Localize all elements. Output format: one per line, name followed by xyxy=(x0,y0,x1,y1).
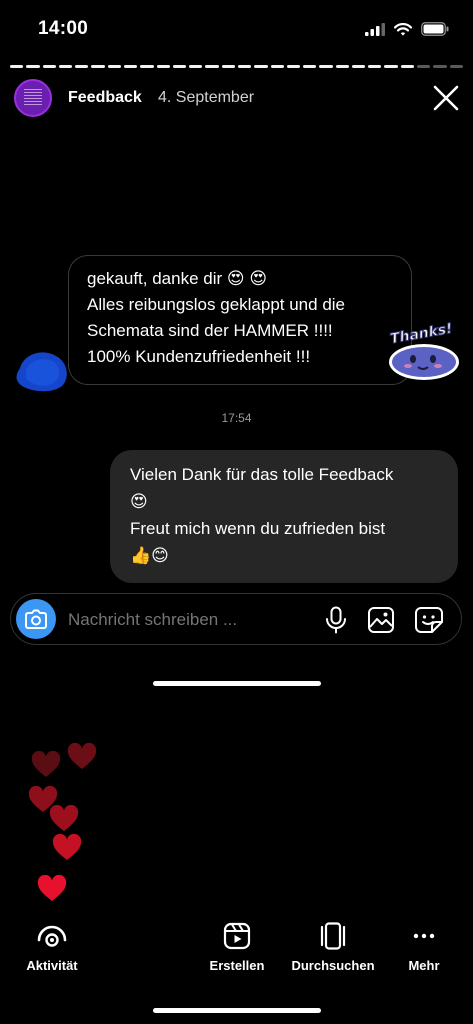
story-progress-segment xyxy=(368,65,382,68)
story-progress-segment xyxy=(91,65,105,68)
story-progress-segment xyxy=(449,65,463,68)
message-line: gekauft, danke dir 😍 😍 xyxy=(87,269,268,288)
message-line: 😍 xyxy=(130,492,148,511)
story-progress-segment xyxy=(384,65,398,68)
microphone-icon[interactable] xyxy=(323,606,349,634)
heart-icon xyxy=(31,751,61,777)
story-progress-segment xyxy=(417,65,431,68)
story-progress-segment xyxy=(140,65,154,68)
story-progress-bar xyxy=(10,65,463,68)
story-progress-segment xyxy=(237,65,252,68)
story-progress-segment xyxy=(303,65,317,68)
message-timestamp: 17:54 xyxy=(221,411,252,425)
story-progress-segment xyxy=(270,65,284,68)
story-progress-segment xyxy=(319,65,333,68)
camera-icon xyxy=(25,609,47,629)
story-progress-segment xyxy=(335,65,349,68)
message-line: Schemata sind der HAMMER !!!! xyxy=(87,321,333,340)
message-line: Alles reibungslos geklappt und die xyxy=(87,295,346,314)
message-line: 100% Kundenzufriedenheit !!! xyxy=(87,347,311,366)
tab-activity[interactable]: Aktivität xyxy=(0,922,107,973)
story-progress-segment xyxy=(107,65,121,68)
tab-more-label: Mehr xyxy=(408,958,440,973)
carousel-icon xyxy=(320,922,346,950)
message-line: Vielen Dank für das tolle Feedback xyxy=(130,465,394,484)
gallery-icon[interactable] xyxy=(367,606,395,634)
story-progress-segment xyxy=(189,65,203,68)
blurred-avatar-blob xyxy=(16,352,67,392)
story-progress-segment xyxy=(26,65,40,68)
close-icon[interactable] xyxy=(431,83,461,113)
story-progress-segment xyxy=(123,65,138,68)
story-progress-segment xyxy=(156,65,170,68)
message-line: 👍😊 xyxy=(130,546,169,565)
message-line: Freut mich wenn du zufrieden bist xyxy=(130,519,386,538)
thanks-sticker-text: Thanks! xyxy=(389,321,454,348)
sticker-icon[interactable] xyxy=(414,606,444,634)
story-progress-segment xyxy=(75,65,89,68)
wifi-icon xyxy=(394,22,412,36)
story-progress-segment xyxy=(221,65,235,68)
heart-icon xyxy=(37,875,67,901)
story-progress-segment xyxy=(172,65,187,68)
reels-icon xyxy=(223,922,251,950)
heart-icon xyxy=(67,743,97,769)
more-dots-icon xyxy=(413,933,435,939)
tab-create[interactable]: Erstellen xyxy=(182,922,292,973)
home-indicator[interactable] xyxy=(153,1008,321,1013)
story-progress-segment xyxy=(58,65,73,68)
thanks-sticker: Thanks! xyxy=(388,320,459,380)
tab-more[interactable]: Mehr xyxy=(369,922,473,973)
avatar[interactable] xyxy=(14,79,52,117)
camera-button[interactable] xyxy=(16,599,56,639)
sent-message-bubble: Vielen Dank für das tolle Feedback 😍 Fre… xyxy=(110,450,458,583)
tab-create-label: Erstellen xyxy=(209,958,265,973)
tab-activity-label: Aktivität xyxy=(26,958,78,973)
story-progress-segment xyxy=(286,65,301,68)
received-message-bubble: gekauft, danke dir 😍 😍 Alles reibungslos… xyxy=(68,255,412,385)
story-progress-segment xyxy=(254,65,268,68)
story-date: 4. September xyxy=(158,89,255,106)
battery-icon xyxy=(421,22,449,36)
heart-icon xyxy=(49,805,79,831)
status-icons xyxy=(365,22,449,36)
story-progress-segment xyxy=(205,65,219,68)
status-time: 14:00 xyxy=(38,18,89,39)
message-composer xyxy=(10,593,462,645)
story-progress-segment xyxy=(351,65,366,68)
cellular-signal-icon xyxy=(365,22,385,36)
story-title[interactable]: Feedback xyxy=(68,89,142,107)
avatar-pattern xyxy=(24,87,42,109)
home-indicator[interactable] xyxy=(153,681,321,686)
message-input[interactable] xyxy=(68,610,278,630)
story-progress-segment xyxy=(400,65,415,68)
story-progress-segment xyxy=(42,65,56,68)
story-progress-segment xyxy=(10,65,24,68)
story-progress-segment xyxy=(433,65,447,68)
activity-icon xyxy=(37,925,67,947)
heart-icon xyxy=(52,834,82,860)
